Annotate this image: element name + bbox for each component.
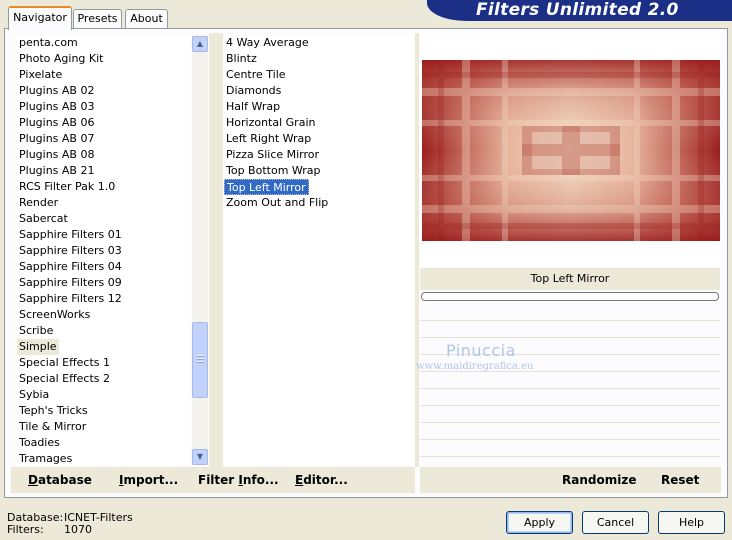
category-scrollbar[interactable]: ▲ ▼ <box>192 36 208 465</box>
filter-item[interactable]: Blintz <box>224 51 414 67</box>
filter-item[interactable]: Top Left Mirror <box>224 179 309 195</box>
category-item[interactable]: penta.com <box>17 35 191 51</box>
category-list[interactable]: penta.com Photo Aging Kit Pixelate Plugins … <box>17 35 191 466</box>
watermark-url: www.maidiregrafica.eu <box>416 361 534 372</box>
thumb-grip-icon <box>197 361 204 363</box>
apply-button[interactable]: Apply <box>506 511 573 534</box>
progress-bar <box>421 292 719 301</box>
category-item[interactable]: Render <box>17 195 191 211</box>
category-item[interactable]: Sapphire Filters 12 <box>17 291 191 307</box>
category-item[interactable]: Photo Aging Kit <box>17 51 191 67</box>
scroll-thumb[interactable] <box>192 322 208 398</box>
category-item[interactable]: Plugins AB 08 <box>17 147 191 163</box>
scroll-down-button[interactable]: ▼ <box>192 449 208 465</box>
category-item[interactable]: Sapphire Filters 03 <box>17 243 191 259</box>
status-filters: Filters: 1070 <box>7 523 92 536</box>
category-item[interactable]: Tramages <box>17 451 191 466</box>
category-item[interactable]: Simple <box>17 339 59 355</box>
filter-item[interactable]: Top Bottom Wrap <box>224 163 414 179</box>
editor-button[interactable]: Editor... <box>295 473 348 487</box>
parameter-row <box>420 372 720 389</box>
category-item[interactable]: Pixelate <box>17 67 191 83</box>
preview-image <box>422 60 720 241</box>
parameter-area <box>420 304 720 466</box>
filter-item[interactable]: Centre Tile <box>224 67 414 83</box>
category-item[interactable]: Scribe <box>17 323 191 339</box>
parameter-row <box>420 406 720 423</box>
filter-info-prefix: Filter <box>198 473 239 487</box>
parameter-row <box>420 389 720 406</box>
category-item[interactable]: Plugins AB 03 <box>17 99 191 115</box>
filter-item[interactable]: Diamonds <box>224 83 414 99</box>
filters-status-label: Filters: <box>7 523 44 536</box>
preview-filter-name: Top Left Mirror <box>420 268 720 290</box>
category-item[interactable]: Plugins AB 02 <box>17 83 191 99</box>
thumb-grip-icon <box>197 358 204 360</box>
category-item[interactable]: Sapphire Filters 04 <box>17 259 191 275</box>
thumb-grip-icon <box>197 355 204 357</box>
import-label: mport... <box>123 473 179 487</box>
filter-info-label: nfo... <box>242 473 279 487</box>
parameter-row <box>420 304 720 321</box>
category-item[interactable]: Plugins AB 07 <box>17 131 191 147</box>
filter-item[interactable]: Left Right Wrap <box>224 131 414 147</box>
filter-item[interactable]: Horizontal Grain <box>224 115 414 131</box>
filter-item[interactable]: Zoom Out and Flip <box>224 195 414 211</box>
category-item[interactable]: ScreenWorks <box>17 307 191 323</box>
parameter-row <box>420 440 720 457</box>
watermark-name: Pinuccia <box>446 341 516 360</box>
preview-area <box>420 33 720 266</box>
filters-status-value: 1070 <box>64 523 92 536</box>
category-item[interactable]: Teph's Tricks <box>17 403 191 419</box>
help-button[interactable]: Help <box>658 511 725 534</box>
category-item[interactable]: Toadies <box>17 435 191 451</box>
filter-info-button[interactable]: Filter Info... <box>198 473 279 487</box>
category-item[interactable]: Sapphire Filters 09 <box>17 275 191 291</box>
category-item[interactable]: Sabercat <box>17 211 191 227</box>
filter-list[interactable]: 4 Way Average Blintz Centre Tile Diamonds Ha… <box>224 35 414 466</box>
tab-presets[interactable]: Presets <box>73 9 122 28</box>
editor-label: ditor... <box>303 473 348 487</box>
category-item[interactable]: Plugins AB 21 <box>17 163 191 179</box>
parameter-row <box>420 423 720 440</box>
category-item[interactable]: Special Effects 1 <box>17 355 191 371</box>
category-item[interactable]: Plugins AB 06 <box>17 115 191 131</box>
import-button[interactable]: Import... <box>119 473 178 487</box>
category-item[interactable]: RCS Filter Pak 1.0 <box>17 179 191 195</box>
column-divider <box>209 33 223 467</box>
scroll-up-button[interactable]: ▲ <box>192 36 208 52</box>
filter-item[interactable]: Half Wrap <box>224 99 414 115</box>
category-item[interactable]: Sapphire Filters 01 <box>17 227 191 243</box>
database-mnemonic: D <box>28 473 38 487</box>
cancel-button[interactable]: Cancel <box>582 511 649 534</box>
category-item[interactable]: Special Effects 2 <box>17 371 191 387</box>
tab-navigator[interactable]: Navigator <box>8 6 72 30</box>
app-title: Filters Unlimited 2.0 <box>476 0 679 20</box>
parameter-row <box>420 321 720 338</box>
tab-about[interactable]: About <box>125 9 168 28</box>
filter-item[interactable]: 4 Way Average <box>224 35 414 51</box>
database-label: atabase <box>37 473 92 487</box>
reset-button[interactable]: Reset <box>661 473 699 487</box>
category-item[interactable]: Sybia <box>17 387 191 403</box>
column-divider <box>415 33 419 467</box>
editor-mnemonic: E <box>295 473 304 487</box>
randomize-button[interactable]: Randomize <box>562 473 636 487</box>
database-button[interactable]: Database <box>28 473 92 487</box>
category-item[interactable]: Tile & Mirror <box>17 419 191 435</box>
filter-item[interactable]: Pizza Slice Mirror <box>224 147 414 163</box>
